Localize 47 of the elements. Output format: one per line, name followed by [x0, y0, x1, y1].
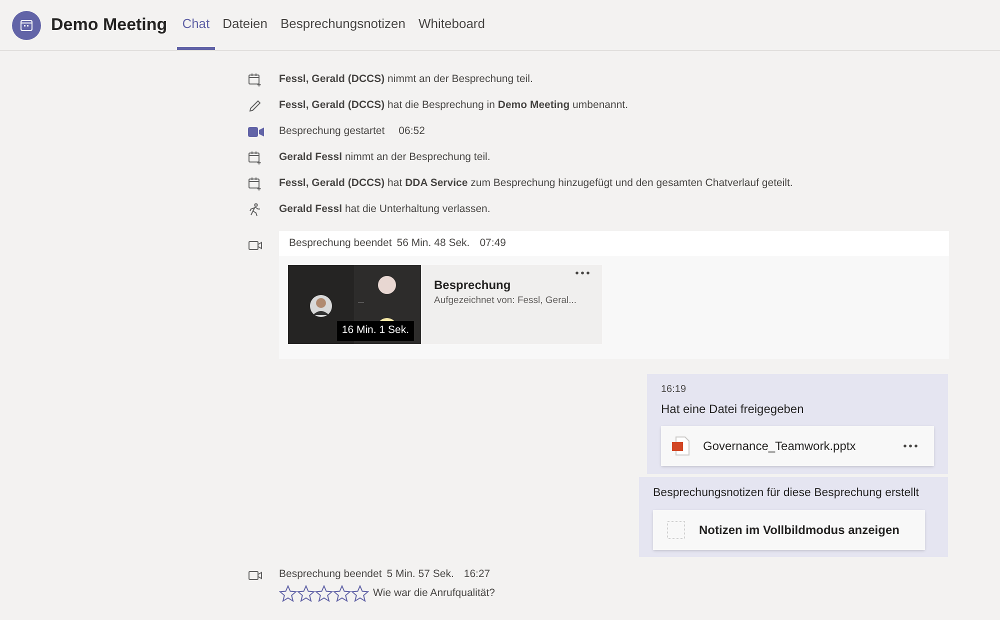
event-text: Fessl, Gerald (DCCS) nimmt an der Besprechung teil. [279, 72, 533, 88]
calendar-add-icon [248, 73, 262, 87]
more-options-icon[interactable] [903, 444, 918, 448]
message-text: Hat eine Datei freigegeben [661, 401, 805, 418]
meeting-title: Demo Meeting [51, 14, 168, 36]
powerpoint-file-icon [671, 436, 691, 456]
tab[interactable]: Whiteboard [414, 0, 490, 50]
ended-label: Besprechung beendet [279, 567, 382, 582]
walking-person-icon [248, 203, 262, 217]
ended-duration: 5 Min. 57 Sek. [386, 567, 454, 582]
tab[interactable]: Chat [177, 0, 215, 50]
tab[interactable]: Dateien [218, 0, 272, 50]
star-icon[interactable] [333, 585, 351, 602]
video-camera-icon [248, 569, 263, 582]
recording-subtitle: Aufgezeichnet von: Fessl, Geral... [434, 294, 578, 308]
video-camera-icon [248, 239, 263, 252]
star-icon[interactable] [297, 585, 315, 602]
star-icon[interactable] [315, 585, 333, 602]
ended-duration: 56 Min. 48 Sek. [396, 236, 470, 251]
event-text: Gerald Fessl nimmt an der Besprechung teil. [279, 150, 490, 166]
notes-text: Besprechungsnotizen für diese Besprechung erstellt [653, 486, 920, 501]
event-text: Fessl, Gerald (DCCS) hat die Besprechung in Demo Meeting umbenannt. [279, 98, 628, 114]
duration-badge: 16 Min. 1 Sek. [336, 321, 414, 341]
calendar-add-icon [248, 151, 262, 165]
ended-time: 07:49 [480, 236, 506, 251]
notes-icon [667, 521, 685, 540]
ended-label: Besprechung beendet [289, 236, 392, 251]
video-camera-icon [248, 126, 264, 138]
event-text: Fessl, Gerald (DCCS) hat DDA Service zum Besprechung hinzugefügt und den gesamten Chatverlauf geteilt. [279, 176, 793, 192]
event-text: Besprechung gestartet [279, 124, 385, 140]
message-time: 16:19 [661, 383, 688, 397]
event-time: 06:52 [398, 124, 425, 140]
file-name: Governance_Teamwork.pptx [703, 438, 857, 455]
calendar-add-icon [248, 177, 262, 191]
star-icon[interactable] [351, 585, 369, 602]
tab[interactable]: Besprechungsnotizen [275, 0, 410, 50]
more-options-icon[interactable] [575, 271, 590, 275]
star-icon[interactable] [279, 585, 297, 602]
file-card[interactable]: Governance_Teamwork.pptx [661, 426, 934, 466]
ended-time: 16:27 [464, 567, 490, 582]
recording-card[interactable]: 16 Min. 1 Sek. Besprechung Aufgezeichnet von: Fessl, Geral... [288, 265, 602, 344]
recording-title: Besprechung [434, 277, 512, 294]
calendar-icon [20, 18, 33, 32]
event-text: Gerald Fessl hat die Unterhaltung verlassen. [279, 202, 490, 218]
pencil-icon [248, 99, 262, 113]
quality-question: Wie war die Anrufqualität? [373, 586, 495, 601]
notes-button[interactable]: Notizen im Vollbildmodus anzeigen [653, 510, 925, 550]
